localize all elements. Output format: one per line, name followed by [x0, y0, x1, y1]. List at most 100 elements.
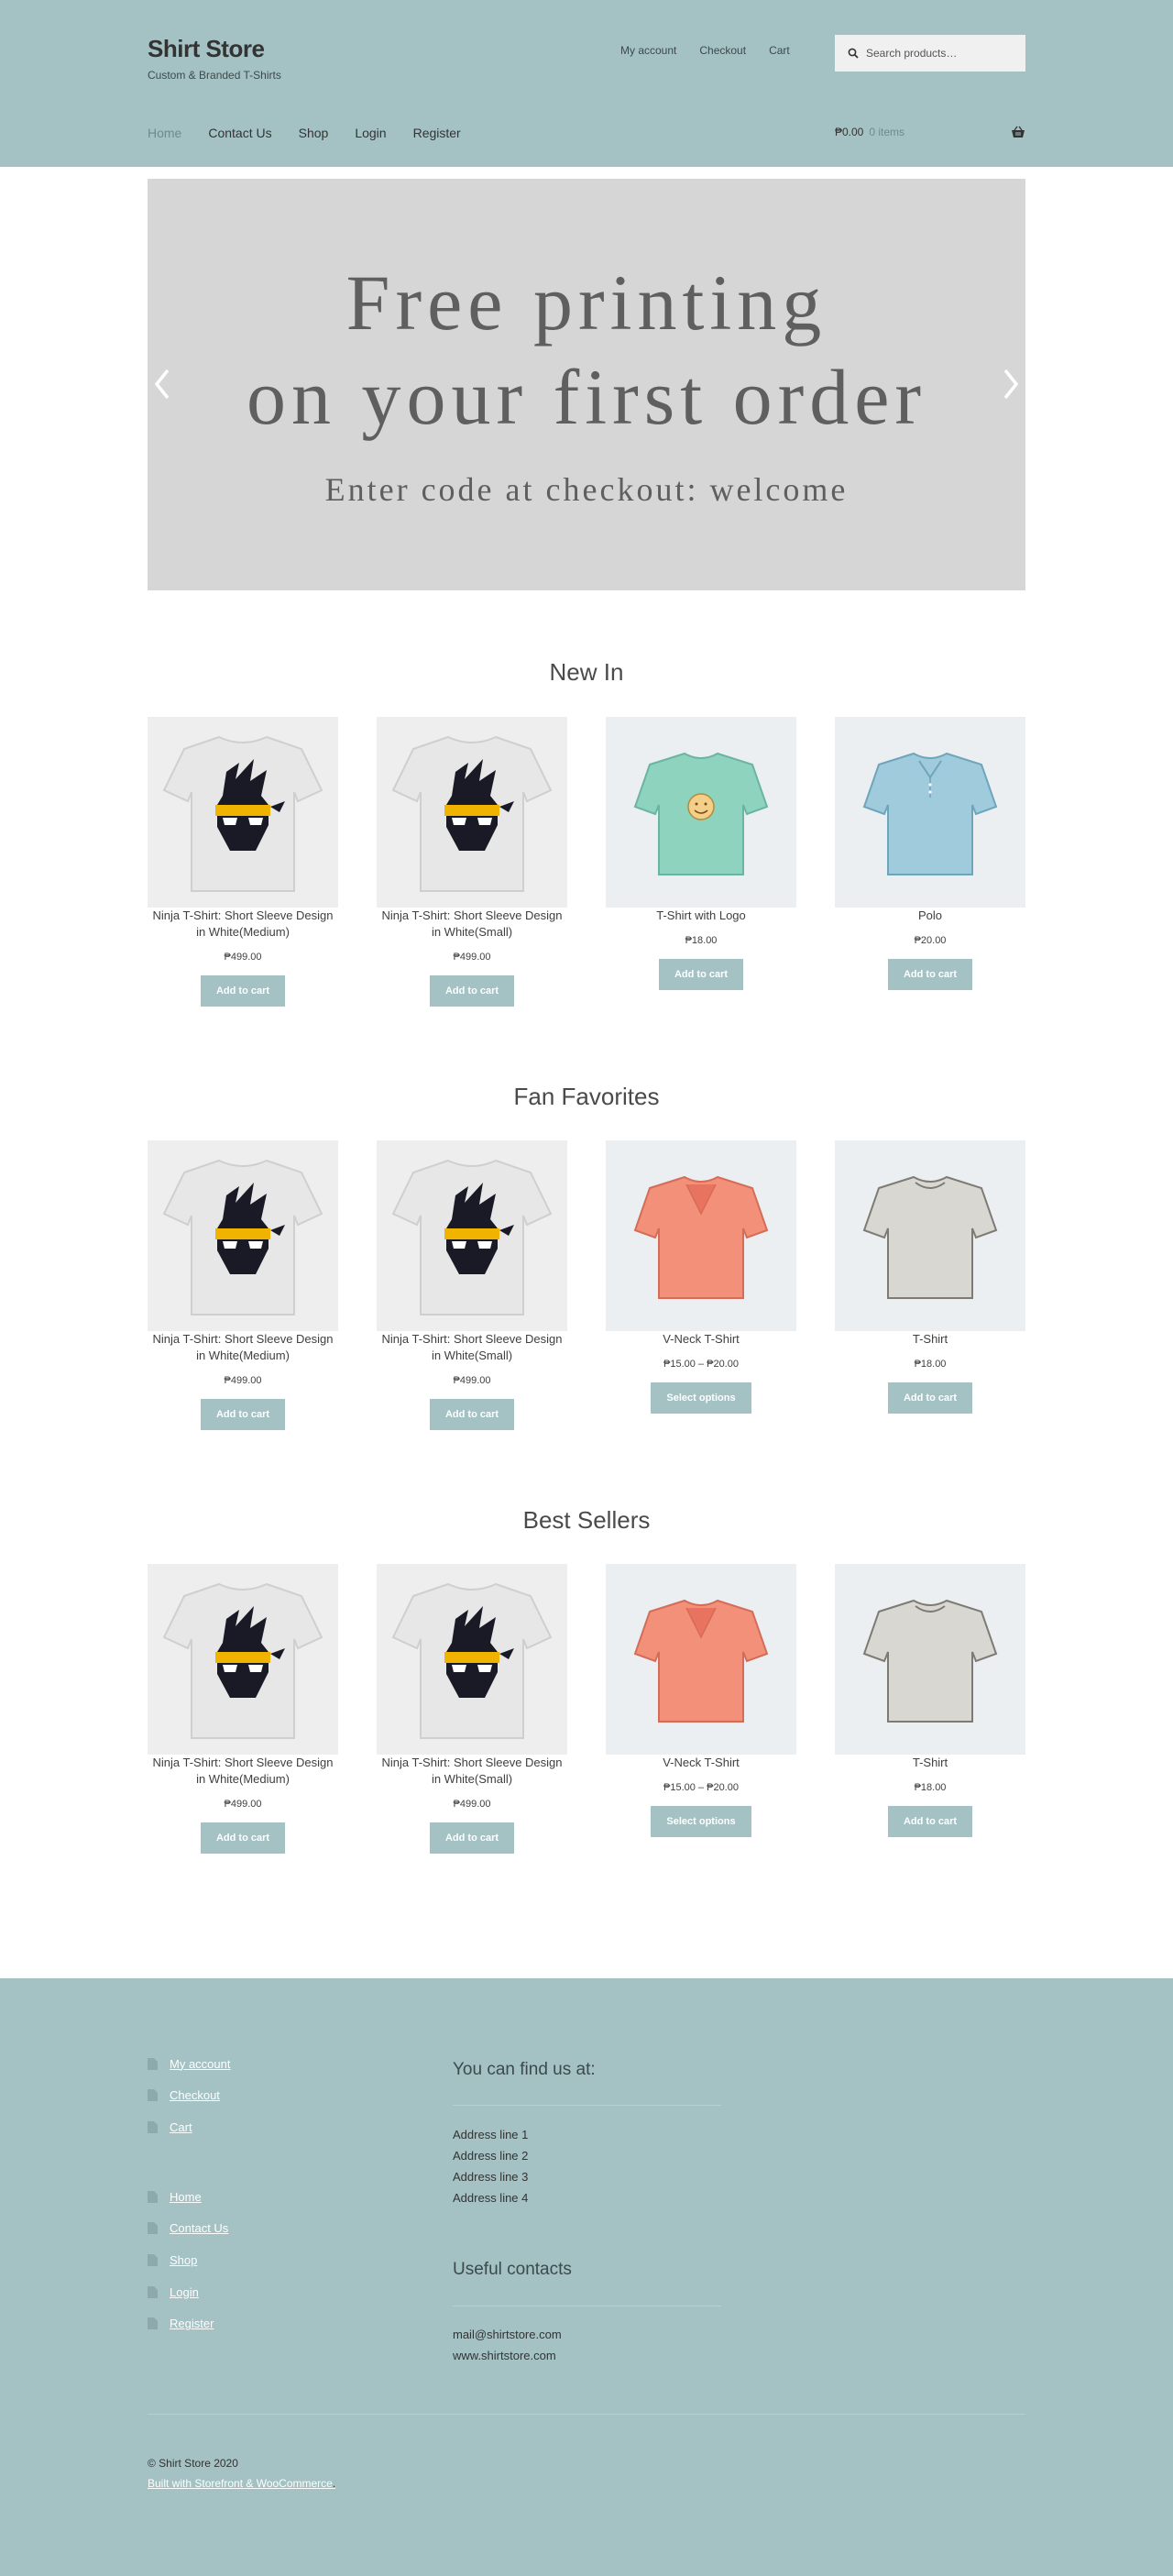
product-title[interactable]: Ninja T-Shirt: Short Sleeve Design in Wh… [377, 1331, 567, 1364]
product-title[interactable]: Ninja T-Shirt: Short Sleeve Design in Wh… [377, 1755, 567, 1788]
search-input[interactable] [866, 47, 1013, 60]
add-to-cart-button[interactable]: Add to cart [429, 1822, 515, 1854]
product-card: Ninja T-Shirt: Short Sleeve Design in Wh… [148, 717, 338, 1007]
nav-home-link[interactable]: Home [148, 126, 181, 140]
product-title[interactable]: T-Shirt [835, 1331, 1025, 1348]
site-title[interactable]: Shirt Store [148, 35, 281, 63]
ninja-shirt-image[interactable] [148, 717, 338, 908]
add-to-cart-button[interactable]: Add to cart [429, 1399, 515, 1430]
product-title[interactable]: Ninja T-Shirt: Short Sleeve Design in Wh… [148, 908, 338, 941]
useful-contacts-title: Useful contacts [453, 2260, 572, 2279]
blue-polo-image[interactable] [835, 717, 1025, 908]
add-to-cart-button[interactable]: Add to cart [200, 1399, 286, 1430]
find-us-title: You can find us at: [453, 2060, 596, 2079]
ninja-shirt-image[interactable] [377, 1564, 567, 1755]
footer-menu-item: Shop [148, 2252, 228, 2267]
credit-block: Built with Storefront & WooCommerce. [148, 2477, 335, 2490]
page-icon [148, 2317, 158, 2330]
site-branding: Shirt Store Custom & Branded T-Shirts [148, 35, 281, 82]
ninja-shirt-image[interactable] [148, 1140, 338, 1331]
nav-my-account-link[interactable]: My account [620, 44, 676, 57]
footer-cart-link[interactable]: Cart [170, 2120, 192, 2134]
product-price: ₱18.00 [685, 935, 718, 946]
footer-menu-item: My account [148, 2056, 230, 2071]
section-title: Fan Favorites [513, 1083, 660, 1110]
hero-headline-line-1: Free printing [345, 259, 828, 347]
product-card: Ninja T-Shirt: Short Sleeve Design in Wh… [377, 717, 567, 1007]
footer-menu-item: Checkout [148, 2088, 230, 2103]
gray-tshirt-image[interactable] [835, 1140, 1025, 1331]
footer-menu-item: Home [148, 2189, 228, 2204]
add-to-cart-button[interactable]: Add to cart [200, 1822, 286, 1854]
footer-shop-link[interactable]: Shop [170, 2253, 197, 2267]
product-price: ₱15.00 – ₱20.00 [663, 1782, 739, 1793]
product-title[interactable]: T-Shirt with Logo [606, 908, 796, 924]
nav-cart-link[interactable]: Cart [769, 44, 790, 57]
ninja-shirt-image[interactable] [148, 1564, 338, 1755]
product-search [835, 35, 1025, 72]
product-price: ₱499.00 [453, 1375, 491, 1386]
nav-checkout-link[interactable]: Checkout [699, 44, 746, 57]
product-price: ₱499.00 [453, 952, 491, 963]
slider-prev-arrow-icon[interactable] [151, 367, 173, 402]
product-price: ₱15.00 – ₱20.00 [663, 1359, 739, 1370]
cart-item-count: 0 items [869, 126, 905, 138]
add-to-cart-button[interactable]: Add to cart [429, 975, 515, 1007]
nav-shop-link[interactable]: Shop [299, 126, 329, 140]
slider-next-arrow-icon[interactable] [1000, 367, 1022, 402]
gray-tshirt-image[interactable] [835, 1564, 1025, 1755]
product-title[interactable]: Ninja T-Shirt: Short Sleeve Design in Wh… [148, 1331, 338, 1364]
footer-my-account-link[interactable]: My account [170, 2057, 230, 2071]
product-card: V-Neck T-Shirt ₱15.00 – ₱20.00 Select opti… [606, 1140, 796, 1414]
footer-register-link[interactable]: Register [170, 2317, 214, 2330]
select-options-button[interactable]: Select options [651, 1382, 751, 1414]
orange-vneck-image[interactable] [606, 1564, 796, 1755]
footer-login-link[interactable]: Login [170, 2285, 199, 2299]
product-card: Polo ₱20.00 Add to cart [835, 717, 1025, 990]
product-title[interactable]: Ninja T-Shirt: Short Sleeve Design in Wh… [148, 1755, 338, 1788]
site-footer: My account Checkout Cart Home Contact Us… [0, 1978, 1173, 2576]
add-to-cart-button[interactable]: Add to cart [200, 975, 286, 1007]
product-price: ₱18.00 [914, 1782, 947, 1793]
select-options-button[interactable]: Select options [651, 1806, 751, 1837]
product-title[interactable]: Ninja T-Shirt: Short Sleeve Design in Wh… [377, 908, 567, 941]
contacts-block: mail@shirtstore.com www.shirtstore.com [453, 2324, 562, 2366]
footer-menu-item: Cart [148, 2119, 230, 2134]
product-title[interactable]: Polo [835, 908, 1025, 924]
site-header: Shirt Store Custom & Branded T-Shirts My… [0, 0, 1173, 167]
green-logo-shirt-image[interactable] [606, 717, 796, 908]
nav-login-link[interactable]: Login [355, 126, 386, 140]
product-title[interactable]: T-Shirt [835, 1755, 1025, 1771]
add-to-cart-button[interactable]: Add to cart [887, 1806, 973, 1837]
nav-register-link[interactable]: Register [413, 126, 461, 140]
ninja-shirt-image[interactable] [377, 1140, 567, 1331]
product-title[interactable]: V-Neck T-Shirt [606, 1331, 796, 1348]
header-cart[interactable]: ₱0.00 0 items [835, 126, 1025, 138]
footer-checkout-link[interactable]: Checkout [170, 2088, 220, 2102]
product-card: T-Shirt ₱18.00 Add to cart [835, 1564, 1025, 1837]
hero-headline-line-2: on your first order [246, 353, 927, 441]
credit-suffix: . [332, 2477, 336, 2490]
footer-contact-us-link[interactable]: Contact Us [170, 2221, 228, 2235]
add-to-cart-button[interactable]: Add to cart [658, 959, 744, 990]
page-icon [148, 2120, 158, 2133]
page-icon [148, 2222, 158, 2235]
storefront-credit-link[interactable]: Built with Storefront & WooCommerce [148, 2477, 333, 2490]
orange-vneck-image[interactable] [606, 1140, 796, 1331]
footer-menu-item: Contact Us [148, 2221, 228, 2236]
product-price: ₱18.00 [914, 1359, 947, 1370]
add-to-cart-button[interactable]: Add to cart [887, 1382, 973, 1414]
add-to-cart-button[interactable]: Add to cart [887, 959, 973, 990]
ninja-shirt-image[interactable] [377, 717, 567, 908]
product-price: ₱499.00 [224, 1375, 262, 1386]
address-line: Address line 1 [453, 2128, 529, 2141]
nav-contact-us-link[interactable]: Contact Us [208, 126, 271, 140]
footer-home-link[interactable]: Home [170, 2190, 202, 2204]
product-card: Ninja T-Shirt: Short Sleeve Design in Wh… [377, 1564, 567, 1854]
address-line: Address line 2 [453, 2149, 529, 2163]
cart-amount: ₱0.00 [835, 126, 864, 138]
product-price: ₱499.00 [224, 952, 262, 963]
contact-website: www.shirtstore.com [453, 2349, 556, 2362]
product-title[interactable]: V-Neck T-Shirt [606, 1755, 796, 1771]
page-icon [148, 2285, 158, 2298]
